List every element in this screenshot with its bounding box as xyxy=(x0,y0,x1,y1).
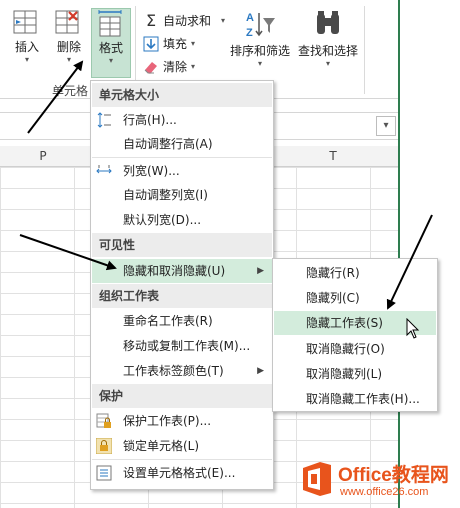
logo-url-text: www.office26.com xyxy=(340,486,429,498)
logo-brand-text: Office教程网 xyxy=(338,465,449,486)
annotation-arrows xyxy=(19,60,433,310)
site-logo: Office教程网 www.office26.com xyxy=(298,454,460,508)
office-logo-icon xyxy=(303,462,331,496)
